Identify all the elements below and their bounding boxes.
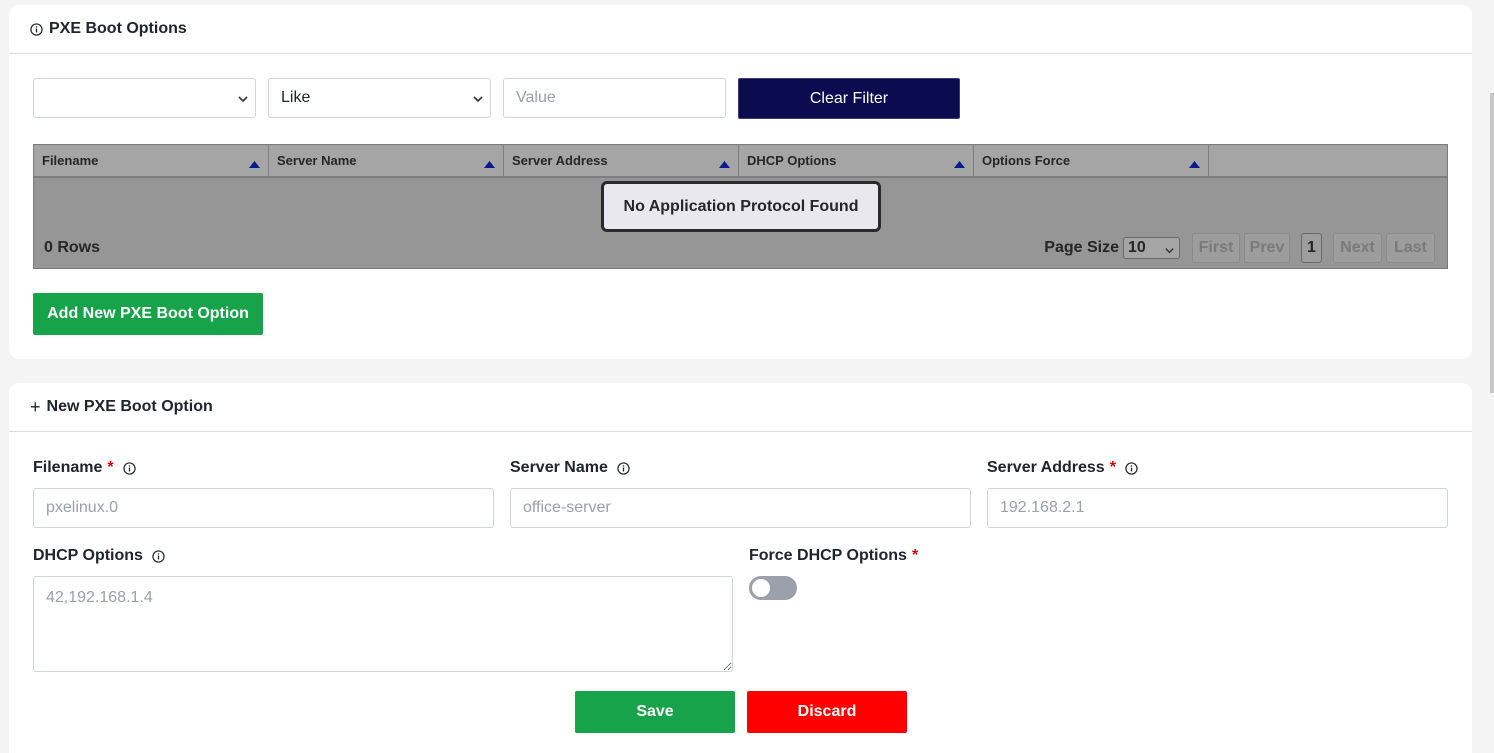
required-marker: * — [107, 459, 114, 476]
column-label: Server Address — [512, 153, 608, 168]
info-icon[interactable] — [617, 461, 630, 475]
rows-count: 0 Rows — [44, 239, 101, 256]
prev-page-button[interactable]: Prev — [1244, 233, 1290, 263]
empty-table-message: No Application Protocol Found — [601, 181, 881, 232]
column-label: DHCP Options — [747, 153, 837, 168]
column-header-filename[interactable]: Filename — [34, 145, 269, 176]
filter-operator-value: Like — [281, 89, 311, 106]
page-size-value: 10 — [1128, 239, 1146, 256]
next-page-button[interactable]: Next — [1333, 233, 1382, 263]
add-pxe-boot-option-button[interactable]: Add New PXE Boot Option — [33, 293, 263, 335]
column-header-actions — [1209, 145, 1447, 176]
column-header-dhcp-options[interactable]: DHCP Options — [739, 145, 974, 176]
server-name-input[interactable] — [510, 488, 971, 528]
server-address-input[interactable] — [987, 488, 1448, 528]
last-page-button[interactable]: Last — [1386, 233, 1435, 263]
server-name-label-text: Server Name — [510, 459, 608, 476]
column-header-server-address[interactable]: Server Address — [504, 145, 739, 176]
page-size-select[interactable]: 10 — [1123, 237, 1180, 259]
chevron-down-icon — [1164, 243, 1175, 261]
dhcp-options-label: DHCP Options — [33, 547, 165, 565]
required-marker: * — [911, 547, 919, 564]
page-scrollbar[interactable] — [1490, 93, 1494, 393]
new-pxe-boot-option-panel: + New PXE Boot Option Filename * Server … — [9, 383, 1472, 753]
pxe-boot-options-panel: PXE Boot Options Like Clear Filter Filen… — [9, 5, 1472, 359]
discard-button[interactable]: Discard — [747, 691, 907, 733]
first-page-button[interactable]: First — [1192, 233, 1240, 263]
form-header[interactable]: + New PXE Boot Option — [9, 383, 1472, 432]
chevron-down-icon — [237, 92, 249, 110]
server-address-label-text: Server Address — [987, 459, 1105, 476]
force-dhcp-options-label: Force DHCP Options * — [749, 547, 918, 565]
filename-label: Filename * — [33, 459, 136, 477]
sort-asc-icon[interactable] — [249, 156, 260, 171]
pagination: Page Size 10 First Prev 1 Next Last — [1044, 233, 1435, 263]
column-header-server-name[interactable]: Server Name — [269, 145, 504, 176]
clear-filter-button[interactable]: Clear Filter — [738, 78, 960, 119]
info-icon[interactable] — [122, 461, 136, 475]
table-header: Filename Server Name Server Address DHCP… — [34, 145, 1447, 178]
form-title: New PXE Boot Option — [46, 398, 213, 415]
column-header-options-force[interactable]: Options Force — [974, 145, 1209, 176]
filter-operator-select[interactable]: Like — [268, 78, 491, 118]
required-marker: * — [1109, 459, 1116, 476]
chevron-down-icon — [472, 92, 484, 110]
filter-value-input[interactable] — [503, 78, 726, 118]
sort-asc-icon[interactable] — [719, 156, 730, 171]
page-size-label: Page Size — [1044, 239, 1119, 256]
info-icon[interactable] — [152, 549, 165, 563]
column-label: Options Force — [982, 153, 1071, 168]
force-dhcp-options-toggle[interactable] — [749, 576, 797, 600]
force-dhcp-options-label-text: Force DHCP Options — [749, 547, 907, 564]
sort-asc-icon[interactable] — [1189, 156, 1200, 171]
sort-asc-icon[interactable] — [954, 156, 965, 171]
dhcp-options-textarea[interactable] — [33, 576, 733, 672]
server-address-label: Server Address * — [987, 459, 1138, 477]
filename-label-text: Filename — [33, 459, 103, 476]
filename-input[interactable] — [33, 488, 494, 528]
current-page-button[interactable]: 1 — [1301, 233, 1322, 263]
toggle-knob — [752, 579, 770, 597]
server-name-label: Server Name — [510, 459, 630, 477]
pxe-boot-options-table: Filename Server Name Server Address DHCP… — [33, 144, 1448, 269]
filter-field-select[interactable] — [33, 78, 256, 118]
save-button[interactable]: Save — [575, 691, 735, 733]
sort-asc-icon[interactable] — [484, 156, 495, 171]
panel-header: PXE Boot Options — [9, 5, 1472, 54]
column-label: Filename — [42, 153, 99, 168]
plus-icon: + — [30, 397, 41, 417]
info-icon — [30, 22, 43, 36]
info-icon[interactable] — [1125, 461, 1138, 475]
column-label: Server Name — [277, 153, 357, 168]
panel-title: PXE Boot Options — [49, 20, 187, 37]
dhcp-options-label-text: DHCP Options — [33, 547, 143, 564]
